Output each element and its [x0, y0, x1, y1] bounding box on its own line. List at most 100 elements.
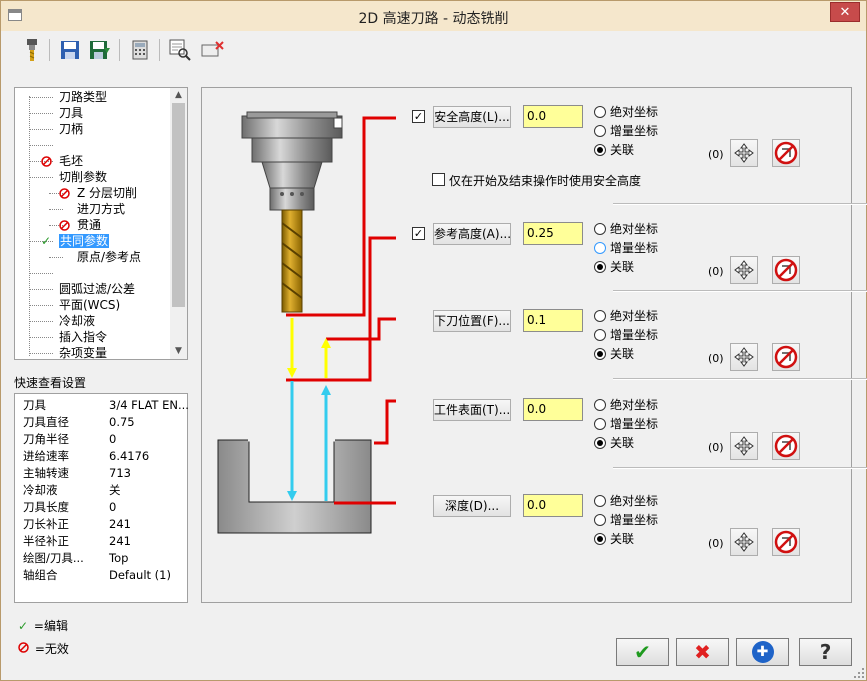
invalid-icon: [41, 155, 52, 171]
tree-item[interactable]: 进刀方式: [77, 201, 125, 217]
tree-item[interactable]: 刀具: [59, 105, 83, 121]
height-param-button[interactable]: 安全高度(L)...: [433, 106, 511, 128]
calculator-icon[interactable]: [127, 37, 153, 63]
height-value-input[interactable]: 0.1: [523, 309, 583, 332]
tree-item[interactable]: ✓ 共同参数: [41, 233, 110, 249]
scroll-down-icon[interactable]: ▼: [170, 344, 187, 359]
coordinate-mode-radio[interactable]: 绝对坐标: [594, 493, 658, 509]
tree-item[interactable]: 切削参数: [59, 169, 107, 185]
tree-item[interactable]: 贯通: [59, 217, 102, 233]
move-icon: [734, 436, 754, 456]
select-point-button[interactable]: [730, 256, 758, 284]
ok-button[interactable]: ✔: [616, 638, 669, 666]
tree-scrollbar[interactable]: ▲ ▼: [170, 88, 187, 359]
clear-association-button[interactable]: [772, 343, 800, 371]
select-point-button[interactable]: [730, 343, 758, 371]
safe-only-checkbox[interactable]: [432, 173, 445, 186]
tree-item[interactable]: 原点/参考点: [77, 249, 141, 265]
quick-view-row: 刀角半径 0: [23, 431, 116, 448]
height-param-button[interactable]: 参考高度(A)...: [433, 223, 511, 245]
quick-view-key: 轴组合: [23, 568, 58, 582]
scroll-up-icon[interactable]: ▲: [170, 88, 187, 103]
tree-item[interactable]: 刀柄: [59, 121, 83, 137]
height-param-button[interactable]: 下刀位置(F)...: [433, 310, 511, 332]
quick-view-value: 0: [109, 500, 117, 514]
height-value-input[interactable]: 0.25: [523, 222, 583, 245]
associative-count: (0): [708, 441, 724, 454]
coordinate-mode-radio[interactable]: 增量坐标: [594, 416, 658, 432]
invalid-icon: [59, 187, 70, 203]
coordinate-mode-radio[interactable]: 绝对坐标: [594, 104, 658, 120]
height-value-input[interactable]: 0.0: [523, 398, 583, 421]
check-icon: ✓: [41, 234, 52, 248]
tree-item-label: 刀路类型: [59, 90, 108, 104]
coordinate-mode-radio[interactable]: 关联: [594, 346, 634, 362]
quick-view-row: 进给速率 6.4176: [23, 448, 149, 465]
delete-icon[interactable]: [199, 37, 225, 63]
enable-checkbox[interactable]: ✓: [412, 110, 425, 123]
view-zoom-icon[interactable]: [167, 37, 193, 63]
tree-item-label: 原点/参考点: [77, 250, 142, 264]
legend-edited: ✓ =编辑: [18, 618, 68, 634]
tree-item[interactable]: 插入指令: [59, 329, 107, 345]
tree-item[interactable]: 圆弧过滤/公差: [59, 281, 135, 297]
resize-grip-icon[interactable]: [854, 668, 864, 678]
help-button[interactable]: ?: [799, 638, 852, 666]
coordinate-mode-radio[interactable]: 关联: [594, 435, 634, 451]
help-icon: ?: [819, 640, 832, 664]
tree-item[interactable]: 毛坯: [41, 153, 83, 169]
coordinate-mode-radio[interactable]: 绝对坐标: [594, 308, 658, 324]
cancel-button[interactable]: ✖: [676, 638, 729, 666]
select-point-button[interactable]: [730, 432, 758, 460]
clear-association-button[interactable]: [772, 256, 800, 284]
window-title: 2D 高速刀路 - 动态铣削: [358, 11, 509, 27]
tree-item[interactable]: 刀路类型: [59, 89, 107, 105]
quick-view-key: 刀具直径: [23, 415, 69, 429]
coordinate-mode-radio[interactable]: 增量坐标: [594, 240, 658, 256]
tree-item-label: 圆弧过滤/公差: [59, 282, 136, 296]
toolbar: [11, 35, 251, 67]
quick-view-row: 刀长补正 241: [23, 516, 131, 533]
tree-item-label: 贯通: [77, 218, 102, 232]
coordinate-mode-radio[interactable]: 关联: [594, 259, 634, 275]
coordinate-mode-radio[interactable]: 关联: [594, 531, 634, 547]
coordinate-mode-radio[interactable]: 增量坐标: [594, 123, 658, 139]
no-association-icon: [774, 258, 798, 282]
quick-view-value: 241: [109, 534, 131, 548]
select-point-button[interactable]: [730, 528, 758, 556]
close-button[interactable]: ✕: [830, 2, 860, 22]
height-value-input[interactable]: 0.0: [523, 494, 583, 517]
cancel-icon: ✖: [694, 640, 711, 664]
clear-association-button[interactable]: [772, 432, 800, 460]
select-point-button[interactable]: [730, 139, 758, 167]
legend-invalid-label: =无效: [34, 642, 69, 656]
quick-view-key: 刀角半径: [23, 432, 69, 446]
tree-item[interactable]: 冷却液: [59, 313, 95, 329]
add-icon: ✚: [751, 641, 774, 663]
coordinate-mode-radio[interactable]: 绝对坐标: [594, 397, 658, 413]
coordinate-mode-radio[interactable]: 增量坐标: [594, 512, 658, 528]
cutter: [281, 209, 303, 313]
move-icon: [734, 532, 754, 552]
tree-item[interactable]: 杂项变量: [59, 345, 107, 359]
quick-view-key: 冷却液: [23, 483, 58, 497]
clear-association-button[interactable]: [772, 139, 800, 167]
coordinate-mode-radio[interactable]: 绝对坐标: [594, 221, 658, 237]
scroll-thumb[interactable]: [172, 103, 185, 307]
height-value-input[interactable]: 0.0: [523, 105, 583, 128]
clear-association-button[interactable]: [772, 528, 800, 556]
coordinate-mode-radio[interactable]: 增量坐标: [594, 327, 658, 343]
check-icon: ✓: [18, 619, 29, 633]
enable-checkbox[interactable]: ✓: [412, 227, 425, 240]
height-param-button[interactable]: 深度(D)...: [433, 495, 511, 517]
parameter-tree[interactable]: 刀路类型 刀具 刀柄毛坯 切削参数 Z 分层切削 进刀方式 贯通 ✓ 共同参数 原点/参考点圆弧过…: [14, 87, 188, 360]
save-as-icon[interactable]: [87, 37, 113, 63]
height-param-button[interactable]: 工件表面(T)...: [433, 399, 511, 421]
tree-item[interactable]: Z 分层切削: [59, 185, 137, 201]
tool-icon[interactable]: [19, 37, 45, 63]
save-icon[interactable]: [57, 37, 83, 63]
add-button[interactable]: ✚: [736, 638, 789, 666]
quick-view-row: 刀具直径 0.75: [23, 414, 135, 431]
tree-item[interactable]: 平面(WCS): [59, 297, 120, 313]
coordinate-mode-radio[interactable]: 关联: [594, 142, 634, 158]
